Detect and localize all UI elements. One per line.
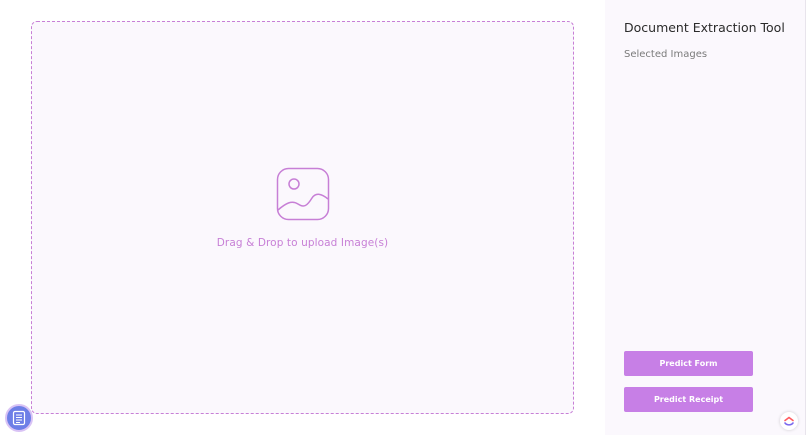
main-area: Drag & Drop to upload Image(s) (0, 0, 605, 435)
image-icon (276, 167, 329, 220)
clickup-button[interactable] (780, 412, 798, 430)
notepad-icon (12, 410, 26, 426)
notepad-button[interactable] (5, 404, 33, 432)
sidebar: Document Extraction Tool Selected Images… (605, 0, 806, 435)
clickup-logo-icon (784, 416, 794, 426)
upload-instruction: Drag & Drop to upload Image(s) (216, 236, 389, 249)
predict-form-button[interactable]: Predict Form (624, 351, 753, 376)
app: Drag & Drop to upload Image(s) Document … (0, 0, 806, 435)
app-title: Document Extraction Tool (624, 20, 785, 35)
selected-images-label: Selected Images (624, 49, 708, 60)
predict-receipt-button[interactable]: Predict Receipt (624, 387, 753, 412)
upload-dropzone[interactable]: Drag & Drop to upload Image(s) (31, 21, 574, 414)
